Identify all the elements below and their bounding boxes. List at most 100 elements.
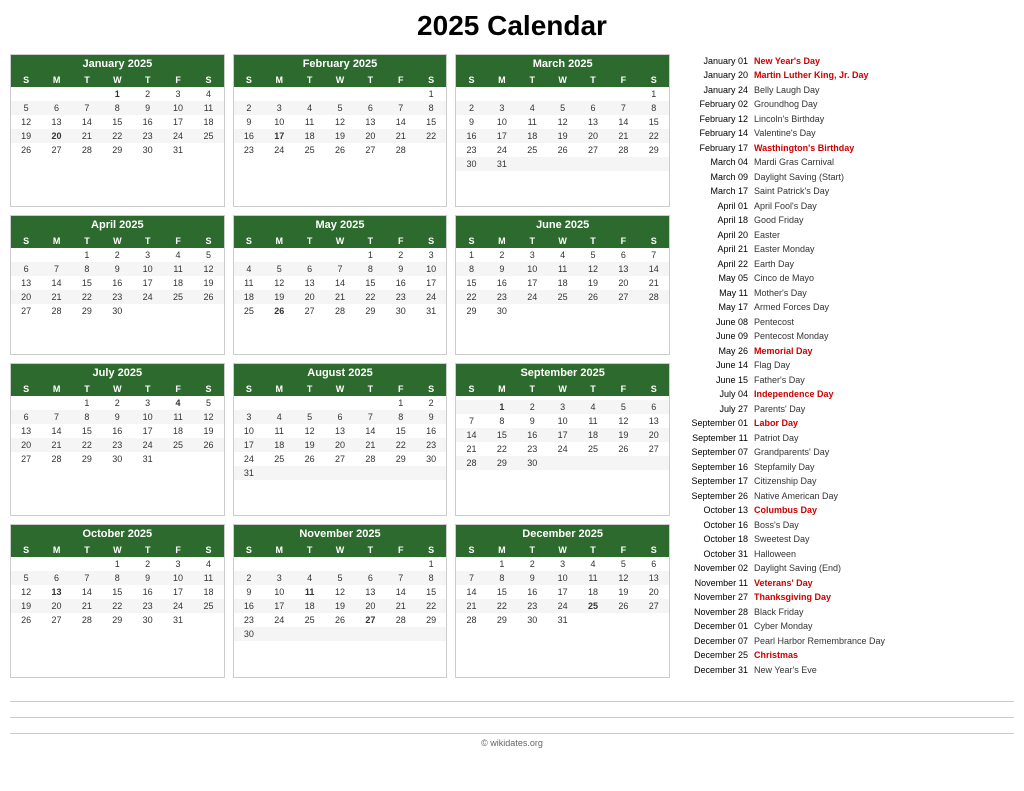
day-header: T bbox=[517, 234, 547, 248]
cal-day: 5 bbox=[193, 396, 223, 410]
cal-day: 16 bbox=[487, 276, 517, 290]
cal-day bbox=[578, 613, 608, 627]
cal-day: 23 bbox=[386, 290, 416, 304]
cal-day: 19 bbox=[325, 599, 355, 613]
cal-day bbox=[456, 400, 486, 414]
cal-day bbox=[416, 466, 446, 480]
cal-day: 9 bbox=[416, 410, 446, 424]
cal-day: 19 bbox=[325, 129, 355, 143]
cal-day: 28 bbox=[456, 456, 486, 470]
holiday-date: January 24 bbox=[678, 84, 748, 98]
cal-day: 15 bbox=[416, 585, 446, 599]
cal-day: 20 bbox=[578, 129, 608, 143]
cal-day: 18 bbox=[294, 129, 324, 143]
cal-day: 17 bbox=[264, 129, 294, 143]
cal-day: 4 bbox=[264, 410, 294, 424]
cal-day: 4 bbox=[193, 87, 223, 101]
holiday-name: Cyber Monday bbox=[754, 620, 813, 634]
holiday-row: May 17Armed Forces Day bbox=[678, 301, 1014, 316]
cal-day: 31 bbox=[547, 613, 577, 627]
cal-day: 25 bbox=[193, 599, 223, 613]
cal-day bbox=[325, 396, 355, 410]
cal-day: 20 bbox=[355, 129, 385, 143]
month-calendar: July 2025SMTWTFS123456789101112131415161… bbox=[10, 363, 225, 516]
cal-day: 26 bbox=[264, 304, 294, 318]
cal-day: 23 bbox=[102, 290, 132, 304]
holiday-row: October 31Halloween bbox=[678, 547, 1014, 562]
cal-day: 30 bbox=[517, 613, 547, 627]
day-header: W bbox=[102, 73, 132, 87]
cal-day: 12 bbox=[325, 585, 355, 599]
day-header: F bbox=[608, 382, 638, 396]
cal-day: 22 bbox=[456, 290, 486, 304]
cal-day: 19 bbox=[193, 276, 223, 290]
cal-day: 30 bbox=[517, 456, 547, 470]
cal-day: 8 bbox=[416, 571, 446, 585]
cal-day bbox=[294, 466, 324, 480]
cal-day: 22 bbox=[416, 599, 446, 613]
cal-day: 5 bbox=[608, 557, 638, 571]
day-header: S bbox=[234, 543, 264, 557]
holiday-name: Memorial Day bbox=[754, 345, 813, 359]
holiday-date: December 25 bbox=[678, 649, 748, 663]
cal-day: 16 bbox=[517, 428, 547, 442]
day-header: T bbox=[517, 73, 547, 87]
day-header: S bbox=[234, 382, 264, 396]
day-header: F bbox=[163, 543, 193, 557]
holiday-row: December 31New Year's Eve bbox=[678, 663, 1014, 678]
cal-day: 12 bbox=[547, 115, 577, 129]
cal-day: 30 bbox=[133, 143, 163, 157]
cal-day: 30 bbox=[102, 304, 132, 318]
holiday-name: Pentecost bbox=[754, 316, 794, 330]
cal-day: 21 bbox=[325, 290, 355, 304]
cal-day: 27 bbox=[578, 143, 608, 157]
cal-day: 21 bbox=[639, 276, 669, 290]
cal-day: 28 bbox=[72, 613, 102, 627]
cal-day: 5 bbox=[11, 571, 41, 585]
holiday-date: June 15 bbox=[678, 374, 748, 388]
cal-day: 19 bbox=[294, 438, 324, 452]
cal-day: 14 bbox=[386, 115, 416, 129]
holiday-name: Black Friday bbox=[754, 606, 804, 620]
holiday-date: October 13 bbox=[678, 504, 748, 518]
cal-day bbox=[264, 87, 294, 101]
cal-day: 11 bbox=[547, 262, 577, 276]
cal-day: 23 bbox=[234, 613, 264, 627]
cal-day: 13 bbox=[355, 585, 385, 599]
cal-day: 22 bbox=[72, 438, 102, 452]
month-header: October 2025 bbox=[11, 525, 224, 543]
holiday-date: December 07 bbox=[678, 635, 748, 649]
cal-day bbox=[234, 557, 264, 571]
cal-day: 1 bbox=[639, 87, 669, 101]
cal-day: 15 bbox=[72, 424, 102, 438]
day-header: F bbox=[608, 234, 638, 248]
holiday-name: Belly Laugh Day bbox=[754, 84, 820, 98]
cal-day: 3 bbox=[163, 557, 193, 571]
cal-day bbox=[639, 304, 669, 318]
cal-day: 9 bbox=[386, 262, 416, 276]
holiday-name: Veterans' Day bbox=[754, 577, 813, 591]
month-calendar: November 2025SMTWTFS12345678910111213141… bbox=[233, 524, 448, 677]
cal-day: 22 bbox=[487, 599, 517, 613]
cal-day: 28 bbox=[386, 143, 416, 157]
holiday-row: May 05Cinco de Mayo bbox=[678, 272, 1014, 287]
cal-day: 17 bbox=[517, 276, 547, 290]
cal-day: 15 bbox=[456, 276, 486, 290]
day-header: F bbox=[386, 234, 416, 248]
cal-table: SMTWTFS123456789101112131415161718192021… bbox=[456, 234, 669, 318]
cal-day: 11 bbox=[163, 262, 193, 276]
cal-day bbox=[11, 396, 41, 410]
cal-day: 14 bbox=[41, 424, 71, 438]
cal-day: 27 bbox=[294, 304, 324, 318]
holiday-date: January 20 bbox=[678, 69, 748, 83]
cal-day: 19 bbox=[11, 129, 41, 143]
cal-day: 20 bbox=[355, 599, 385, 613]
holiday-row: September 16Stepfamily Day bbox=[678, 460, 1014, 475]
cal-day: 7 bbox=[639, 248, 669, 262]
holiday-name: Pentecost Monday bbox=[754, 330, 829, 344]
cal-day: 23 bbox=[102, 438, 132, 452]
holiday-row: September 26Native American Day bbox=[678, 489, 1014, 504]
day-header: S bbox=[11, 382, 41, 396]
day-header: F bbox=[608, 543, 638, 557]
month-calendar: October 2025SMTWTFS123456789101112131415… bbox=[10, 524, 225, 677]
